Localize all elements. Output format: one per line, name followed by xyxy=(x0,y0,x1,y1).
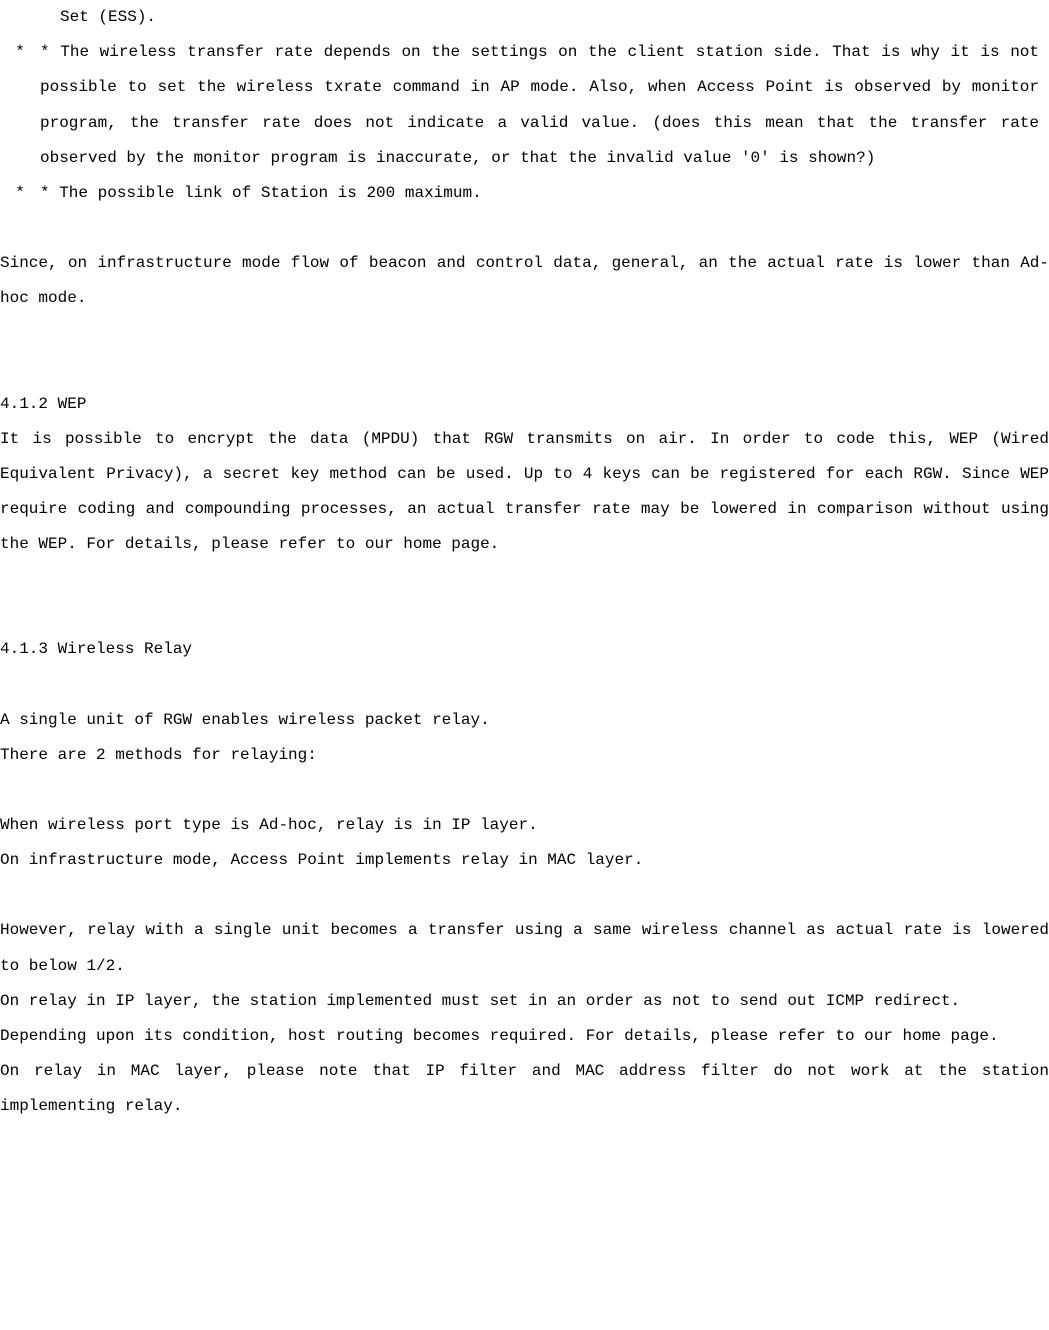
bullet-text: * The wireless transfer rate depends on … xyxy=(40,35,1049,176)
relay-intro2: There are 2 methods for relaying: xyxy=(0,738,1049,773)
section-body-wep: It is possible to encrypt the data (MPDU… xyxy=(0,422,1049,563)
bullet-marker: * xyxy=(0,35,40,176)
relay-note1: However, relay with a single unit become… xyxy=(0,913,1049,983)
section-heading-relay: 4.1.3 Wireless Relay xyxy=(0,632,1049,667)
section-heading-wep: 4.1.2 WEP xyxy=(0,387,1049,422)
bullet-marker: * xyxy=(0,176,40,211)
relay-method1: When wireless port type is Ad-hoc, relay… xyxy=(0,808,1049,843)
paragraph-infra-rate: Since, on infrastructure mode flow of be… xyxy=(0,246,1049,316)
relay-method2: On infrastructure mode, Access Point imp… xyxy=(0,843,1049,878)
relay-intro1: A single unit of RGW enables wireless pa… xyxy=(0,703,1049,738)
bullet-item: * * The possible link of Station is 200 … xyxy=(0,176,1049,211)
relay-note4: On relay in MAC layer, please note that … xyxy=(0,1054,1049,1124)
relay-note3: Depending upon its condition, host routi… xyxy=(0,1019,1049,1054)
bullet-text: * The possible link of Station is 200 ma… xyxy=(40,176,1049,211)
bullet-fragment: Set (ESS). xyxy=(60,0,1049,35)
relay-note2: On relay in IP layer, the station implem… xyxy=(0,984,1049,1019)
bullet-item: * * The wireless transfer rate depends o… xyxy=(0,35,1049,176)
